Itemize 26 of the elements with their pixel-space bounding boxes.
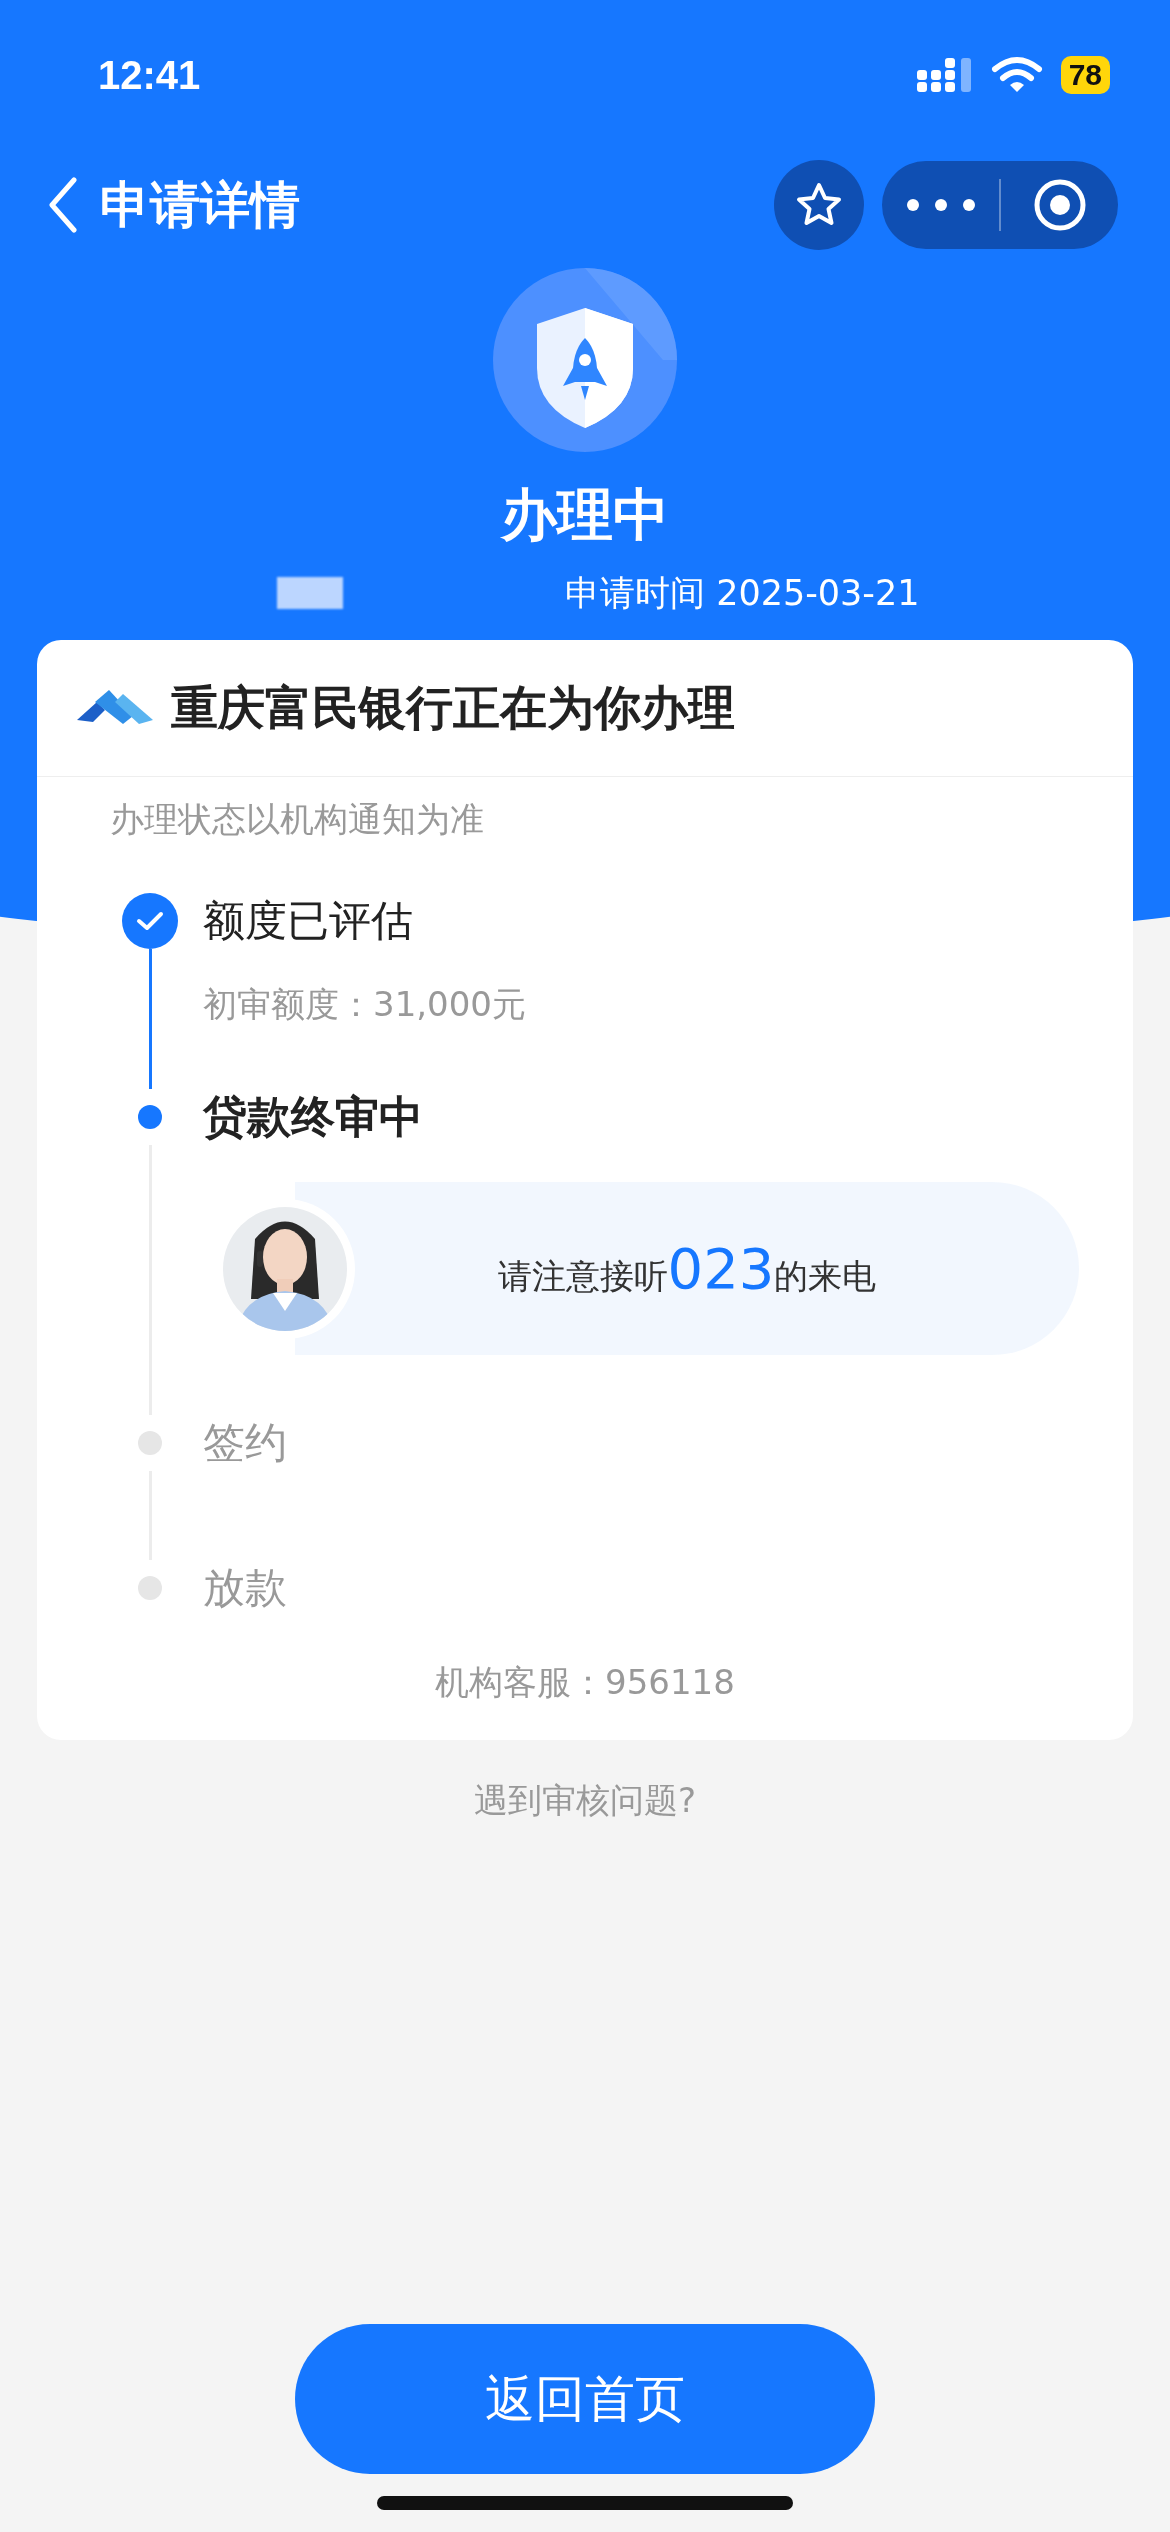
call-notice: 请注意接听023的来电 xyxy=(496,1236,878,1301)
help-link[interactable]: 遇到审核问题? xyxy=(473,1778,696,1824)
current-step-dot xyxy=(138,1105,162,1129)
service-hotline: 机构客服：956118 xyxy=(434,1661,736,1704)
step-title: 贷款终审中 xyxy=(203,1090,424,1144)
pending-step-dot xyxy=(138,1576,162,1600)
battery-indicator: 78 xyxy=(1060,56,1110,94)
target-icon[interactable] xyxy=(1032,178,1087,232)
signal-icon xyxy=(916,58,973,92)
home-button[interactable]: 返回首页 xyxy=(295,2324,875,2474)
more-icon[interactable] xyxy=(905,198,976,212)
step-detail: 初审额度：31,000元 xyxy=(203,983,527,1026)
status-title: 办理中 xyxy=(501,481,669,549)
bank-logo-icon xyxy=(75,690,155,726)
blurred-patch xyxy=(277,577,343,609)
pending-step-dot xyxy=(138,1431,162,1455)
step-title: 签约 xyxy=(203,1417,288,1469)
institution-title: 重庆富民银行正在为你办理 xyxy=(171,678,735,737)
notice-text: 办理状态以机构通知为准 xyxy=(110,798,485,841)
step-title: 放款 xyxy=(203,1562,288,1614)
wifi-icon xyxy=(990,56,1043,94)
back-button[interactable] xyxy=(48,177,78,233)
application-date: 申请时间 2025-03-21 xyxy=(565,571,920,615)
clock-time: 12:41 xyxy=(98,52,201,98)
step-title: 额度已评估 xyxy=(203,895,414,947)
page-title: 申请详情 xyxy=(100,174,300,236)
